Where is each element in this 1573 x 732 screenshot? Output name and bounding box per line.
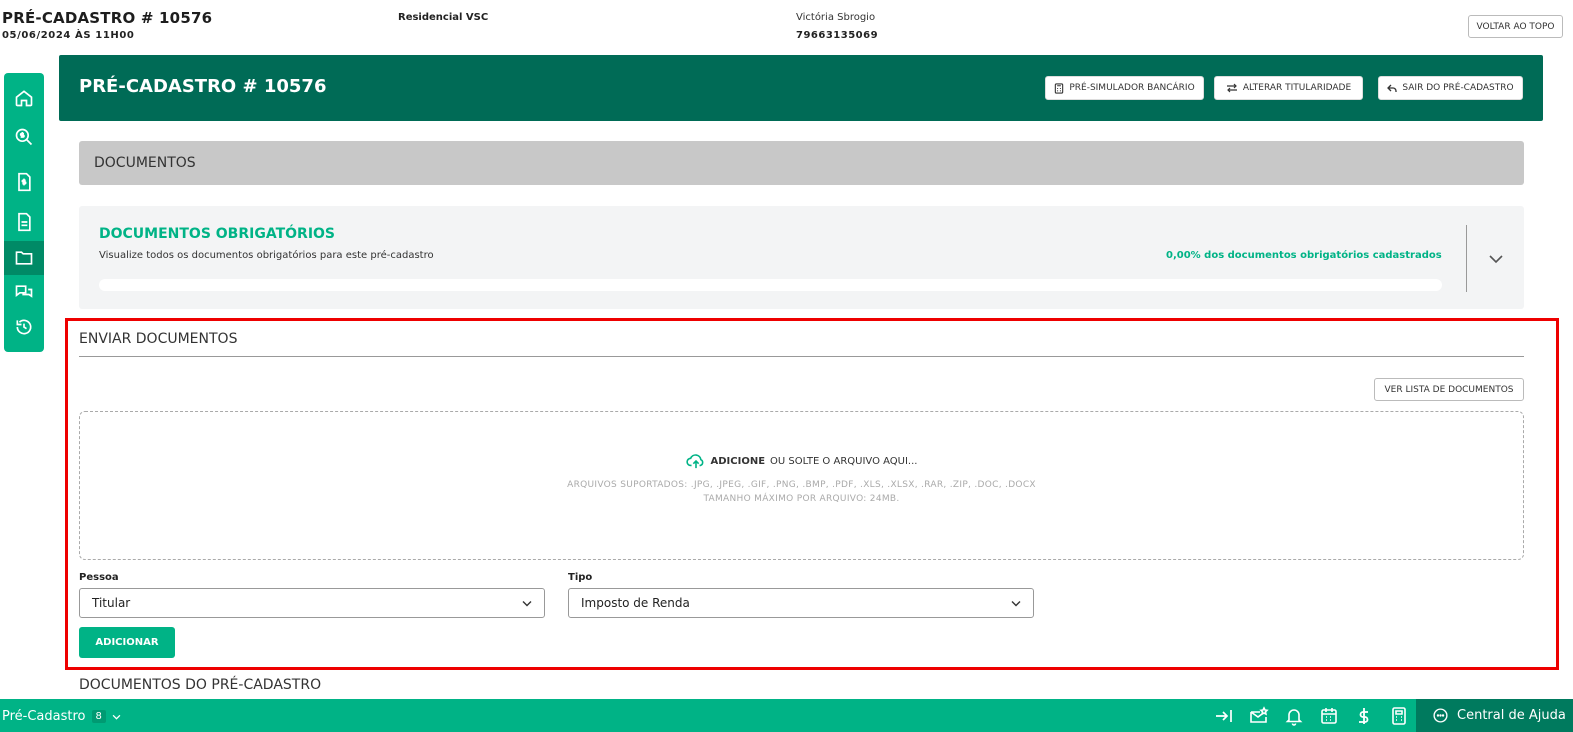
dropzone-prompt: ADICIONE OU SOLTE O ARQUIVO AQUI... [80,453,1523,469]
alterar-titularidade-label: ALTERAR TITULARIDADE [1242,83,1352,93]
supported-formats-text: ARQUIVOS SUPORTADOS: .JPG, .JPEG, .GIF, … [567,480,1036,490]
central-de-ajuda-label: Central de Ajuda [1457,708,1566,723]
calculator-icon [1055,82,1064,94]
cloud-upload-icon [685,454,703,469]
sidebar-item-simulacao[interactable] [4,120,44,154]
pre-simulador-button[interactable]: PRÉ-SIMULADOR BANCÁRIO [1045,76,1204,100]
sidebar-item-financeiro[interactable] [4,165,44,199]
chevron-down-icon [1011,600,1021,606]
sidebar-item-documento[interactable] [4,205,44,239]
sidebar-item-chat[interactable] [4,275,44,309]
tipo-select[interactable]: Imposto de Renda [568,588,1034,618]
document-dollar-icon [18,172,31,192]
bell-icon[interactable] [1284,706,1304,726]
dollar-icon[interactable] [1354,706,1374,726]
obrigatorios-description: Visualize todos os documentos obrigatóri… [99,250,434,261]
tipo-select-value: Imposto de Renda [581,596,690,610]
obrigatorios-progress-bar [99,279,1442,291]
bottom-count-badge: 8 [91,710,106,723]
banner-title: PRÉ-CADASTRO # 10576 [79,76,327,97]
swap-icon [1226,83,1237,93]
bottom-bar: Pré-Cadastro 8 Central de Ajuda [0,699,1573,732]
sidebar-item-home[interactable] [4,81,44,115]
ver-lista-documentos-button[interactable]: VER LISTA DE DOCUMENTOS [1374,378,1524,401]
pessoa-select[interactable]: Titular [79,588,545,618]
sidebar [4,73,44,352]
home-icon [15,90,33,107]
documentos-section-header: DOCUMENTOS [79,141,1524,185]
search-dollar-icon [15,128,33,146]
documentos-pre-cadastro-title: DOCUMENTOS DO PRÉ-CADASTRO [79,677,322,693]
page-header-title: PRÉ-CADASTRO # 10576 [2,9,213,27]
header-client-name: Victória Sbrogio [796,12,876,23]
dropzone-drop-label: OU SOLTE O ARQUIVO AQUI... [770,455,918,467]
divider [79,356,1524,357]
sair-pre-cadastro-label: SAIR DO PRÉ-CADASTRO [1402,83,1514,93]
pre-simulador-label: PRÉ-SIMULADOR BANCÁRIO [1069,83,1195,93]
history-icon [16,319,32,335]
bottom-context-label: Pré-Cadastro [2,709,86,724]
adicionar-button[interactable]: ADICIONAR [79,627,175,658]
page-banner: PRÉ-CADASTRO # 10576 PRÉ-SIMULADOR BANCÁ… [59,55,1543,121]
header-date: 05/06/2024 ÀS 11H00 [2,30,135,41]
documentos-obrigatorios-panel: DOCUMENTOS OBRIGATÓRIOS Visualize todos … [79,206,1524,309]
pessoa-select-value: Titular [92,596,131,610]
header-residencial: Residencial VSC [398,12,489,23]
collapse-right-icon[interactable] [1214,706,1234,726]
file-dropzone[interactable]: ADICIONE OU SOLTE O ARQUIVO AQUI... ARQU… [79,411,1524,560]
mail-star-icon[interactable] [1249,706,1269,726]
folder-icon [15,251,33,265]
document-icon [18,212,31,232]
calendar-icon[interactable] [1319,706,1339,726]
tipo-label: Tipo [568,572,593,583]
sidebar-item-historico[interactable] [4,310,44,344]
divider [1466,225,1467,292]
chat-bubble-icon [1433,708,1448,723]
back-to-top-button[interactable]: VOLTAR AO TOPO [1468,15,1563,38]
chevron-down-icon [522,600,532,606]
central-de-ajuda-button[interactable]: Central de Ajuda [1416,699,1573,732]
chat-icon [15,285,33,298]
chevron-down-icon[interactable] [1487,250,1505,268]
pessoa-label: Pessoa [79,572,119,583]
dropzone-add-label[interactable]: ADICIONE [711,456,766,467]
header-client-phone: 79663135069 [796,30,879,41]
reply-icon [1387,84,1398,92]
enviar-documentos-title: ENVIAR DOCUMENTOS [79,331,238,347]
sidebar-item-documentos[interactable] [4,241,44,275]
calculator-icon[interactable] [1389,706,1409,726]
max-size-text: TAMANHO MÁXIMO POR ARQUIVO: 24MB. [703,494,900,504]
obrigatorios-title: DOCUMENTOS OBRIGATÓRIOS [99,226,336,242]
sair-pre-cadastro-button[interactable]: SAIR DO PRÉ-CADASTRO [1378,76,1523,100]
chevron-down-icon [112,714,121,720]
bottom-context-dropdown[interactable]: Pré-Cadastro 8 [2,709,121,724]
alterar-titularidade-button[interactable]: ALTERAR TITULARIDADE [1214,76,1363,100]
obrigatorios-progress-text: 0,00% dos documentos obrigatórios cadast… [1166,250,1442,261]
